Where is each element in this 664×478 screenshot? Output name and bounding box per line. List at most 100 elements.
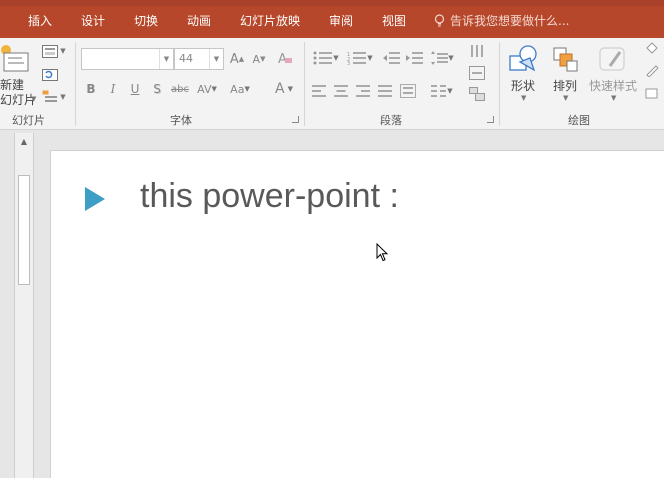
- tab-slideshow[interactable]: 幻灯片放映: [240, 13, 300, 29]
- distributed-glyph: [400, 84, 416, 98]
- quick-styles-icon: [599, 47, 625, 71]
- bullets-icon[interactable]: ▼: [311, 49, 341, 67]
- outdent-glyph: [383, 52, 400, 64]
- separator: [499, 42, 500, 126]
- new-slide-dropdown-icon[interactable]: ▼: [31, 95, 36, 103]
- font-size-dropdown-icon[interactable]: ▼: [209, 49, 223, 69]
- align-left-glyph: [312, 85, 326, 97]
- paint-bucket-glyph: [646, 42, 658, 54]
- align-text-icon[interactable]: [463, 64, 491, 82]
- bullet-arrow-icon: [85, 187, 105, 211]
- columns-glyph: [431, 85, 447, 97]
- paragraph-dialog-launcher-icon[interactable]: [487, 116, 494, 123]
- font-color-icon[interactable]: A ▼: [270, 80, 298, 98]
- convert-smartart-icon[interactable]: [463, 85, 491, 103]
- align-right-icon[interactable]: [355, 83, 371, 99]
- section-icon: [42, 90, 58, 102]
- shadow-icon[interactable]: S: [150, 80, 164, 98]
- arrange-icon: [553, 47, 578, 72]
- group-label-font: 字体: [170, 114, 192, 127]
- justify-icon[interactable]: [377, 83, 393, 99]
- tab-design[interactable]: 设计: [81, 13, 105, 29]
- shapes-label: 形状: [511, 79, 536, 93]
- bullet-list-glyph: [313, 51, 333, 65]
- slide-bullet-text[interactable]: this power-point :: [140, 177, 399, 216]
- italic-icon[interactable]: I: [106, 80, 120, 98]
- justify-glyph: [378, 85, 392, 97]
- indent-glyph: [406, 52, 423, 64]
- numbering-icon[interactable]: 123 ▼: [345, 49, 375, 67]
- numbered-list-glyph: 123: [347, 52, 367, 65]
- tell-me-label: 告诉我您想要做什么...: [450, 14, 570, 28]
- quick-styles-label: 快速样式: [589, 79, 638, 93]
- strikethrough-icon[interactable]: abc: [170, 80, 190, 98]
- scroll-up-icon[interactable]: ▲: [15, 133, 33, 149]
- decrease-indent-icon[interactable]: [381, 49, 401, 67]
- new-slide-button[interactable]: [0, 40, 30, 80]
- align-center-glyph: [334, 85, 348, 97]
- svg-text:3: 3: [347, 61, 350, 65]
- layout-icon: [42, 44, 59, 58]
- arrange-dropdown-icon[interactable]: ▼: [563, 94, 568, 102]
- font-name-dropdown-icon[interactable]: ▼: [159, 49, 173, 69]
- ribbon: 新建 幻灯片 ▼ ▼ ▼ 幻灯片 ▼ 44 ▼ A ▲ A ▼ A B I U S …: [0, 38, 664, 130]
- shapes-button[interactable]: [506, 42, 542, 76]
- group-label-slides: 幻灯片: [12, 114, 45, 127]
- quick-styles-button[interactable]: [592, 42, 632, 76]
- group-label-drawing: 绘图: [568, 114, 590, 127]
- align-text-glyph: [469, 66, 485, 80]
- separator: [75, 42, 76, 126]
- font-size-value: 44: [179, 52, 193, 65]
- change-case-icon[interactable]: Aa ▼: [226, 80, 254, 98]
- increase-indent-icon[interactable]: [404, 49, 424, 67]
- section-button[interactable]: ▼: [40, 88, 68, 106]
- text-direction-glyph: [471, 45, 483, 57]
- bold-icon[interactable]: B: [84, 80, 98, 98]
- text-direction-icon[interactable]: [463, 42, 491, 60]
- shape-effects-glyph: [645, 88, 658, 99]
- new-slide-icon: [1, 45, 29, 72]
- reset-slide-button[interactable]: [40, 65, 60, 83]
- reset-icon: [42, 69, 58, 81]
- character-spacing-icon[interactable]: AV ▼: [194, 80, 220, 98]
- mouse-pointer-icon: [376, 243, 389, 262]
- font-dialog-launcher-icon[interactable]: [292, 116, 299, 123]
- shapes-icon: [509, 45, 537, 72]
- tab-animations[interactable]: 动画: [187, 13, 211, 29]
- scrollbar-thumb[interactable]: [18, 175, 30, 285]
- slide-canvas[interactable]: this power-point :: [50, 150, 664, 478]
- shape-fill-icon[interactable]: [640, 40, 664, 58]
- separator: [304, 42, 305, 126]
- arrange-label: 排列: [553, 79, 578, 93]
- vertical-scrollbar[interactable]: ▲: [14, 133, 34, 478]
- shape-effects-icon[interactable]: [640, 84, 664, 102]
- tab-insert[interactable]: 插入: [28, 13, 52, 29]
- line-spacing-glyph: [431, 51, 449, 65]
- distributed-icon[interactable]: [399, 83, 417, 99]
- shapes-dropdown-icon[interactable]: ▼: [521, 94, 526, 102]
- tell-me-search[interactable]: 告诉我您想要做什么...: [434, 13, 569, 29]
- underline-icon[interactable]: U: [128, 80, 142, 98]
- align-right-glyph: [356, 85, 370, 97]
- columns-icon[interactable]: ▼: [428, 83, 456, 99]
- clear-formatting-icon[interactable]: A: [275, 48, 295, 68]
- quick-styles-dropdown-icon[interactable]: ▼: [611, 94, 616, 102]
- grow-font-icon[interactable]: A ▲: [229, 50, 245, 68]
- shape-outline-icon[interactable]: [640, 61, 664, 79]
- tab-view[interactable]: 视图: [382, 13, 406, 29]
- font-name-combo[interactable]: ▼: [81, 48, 174, 70]
- line-spacing-icon[interactable]: ▼: [428, 49, 456, 67]
- layout-button[interactable]: ▼: [40, 42, 68, 60]
- align-center-icon[interactable]: [333, 83, 349, 99]
- pen-glyph: [646, 65, 659, 77]
- font-size-combo[interactable]: 44 ▼: [174, 48, 224, 70]
- clear-format-glyph: A: [278, 52, 292, 67]
- group-label-paragraph: 段落: [380, 114, 402, 127]
- smartart-glyph: [469, 87, 485, 101]
- arrange-button[interactable]: [548, 42, 582, 76]
- tab-transitions[interactable]: 切换: [134, 13, 158, 29]
- shrink-font-icon[interactable]: A ▼: [251, 50, 267, 68]
- align-left-icon[interactable]: [311, 83, 327, 99]
- lightbulb-icon: [434, 14, 445, 27]
- tab-review[interactable]: 审阅: [329, 13, 353, 29]
